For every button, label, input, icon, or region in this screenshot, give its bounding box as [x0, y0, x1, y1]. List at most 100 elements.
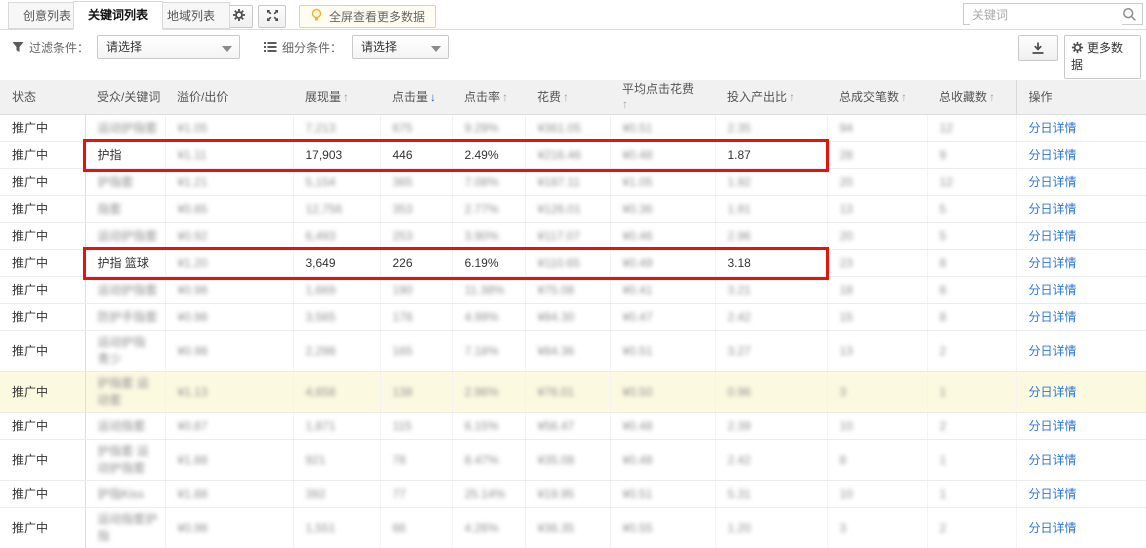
impressions-value: 1,669 [306, 283, 336, 297]
avg-click-cost-cell: ¥0.36 [610, 196, 715, 223]
column-header-ctr[interactable]: 点击率↑ [452, 80, 525, 115]
column-header-favorites[interactable]: 总收藏数↑ [927, 80, 1016, 115]
ctr-cell: 2.49% [452, 142, 525, 169]
roi-cell: 1.91 [715, 196, 827, 223]
clicks-value: 365 [393, 175, 413, 189]
favorites-value: 12 [940, 175, 953, 189]
cost-value: ¥76.01 [538, 385, 575, 399]
impressions-value: 3,565 [306, 310, 336, 324]
search-icon[interactable] [1122, 7, 1137, 22]
favorites-value: 8 [940, 310, 947, 324]
more-data-button[interactable]: 更多数据 [1064, 35, 1141, 79]
fullscreen-more-data-button[interactable]: 全屏查看更多数据 [299, 5, 436, 28]
cost-cell: ¥110.65 [525, 250, 610, 277]
status-cell: 推广中 [0, 331, 85, 372]
sort-asc-icon[interactable]: ↑ [343, 90, 349, 104]
bid-cell: ¥0.85 [165, 196, 293, 223]
column-header-clicks[interactable]: 点击量↓ [380, 80, 452, 115]
impressions-cell: 1,669 [293, 277, 380, 304]
sort-asc-icon[interactable]: ↑ [789, 90, 795, 104]
daily-detail-link[interactable]: 分日详情 [1029, 256, 1077, 270]
impressions-cell: 17,903 [293, 142, 380, 169]
sort-desc-icon[interactable]: ↓ [430, 90, 436, 104]
daily-detail-link[interactable]: 分日详情 [1029, 521, 1077, 535]
keyword-value: 运动指套护指 [98, 512, 158, 543]
daily-detail-link[interactable]: 分日详情 [1029, 453, 1077, 467]
sort-asc-icon[interactable]: ↑ [901, 90, 907, 104]
keyword-value: 运动护指套 [98, 121, 158, 135]
clicks-value: 253 [393, 229, 413, 243]
ctr-cell: 11.38% [452, 277, 525, 304]
ctr-value: 2.49% [465, 148, 499, 162]
daily-detail-link[interactable]: 分日详情 [1029, 283, 1077, 297]
cost-value: ¥187.11 [538, 175, 581, 189]
download-icon [1031, 41, 1045, 55]
column-header-orders[interactable]: 总成交笔数↑ [827, 80, 927, 115]
roi-value: 3.21 [728, 283, 751, 297]
avg-click-cost-value: ¥1.05 [623, 175, 653, 189]
impressions-value: 1,871 [306, 419, 336, 433]
orders-value: 18 [840, 283, 853, 297]
status-cell: 推广中 [0, 196, 85, 223]
filter-bar: 过滤条件： 请选择 细分条件： 请选择 [0, 30, 449, 64]
daily-detail-link[interactable]: 分日详情 [1029, 419, 1077, 433]
column-header-avg-click-cost[interactable]: 平均点击花费↑ [610, 80, 715, 115]
impressions-value: 1,551 [306, 521, 336, 535]
avg-click-cost-cell: ¥0.51 [610, 331, 715, 372]
daily-detail-link[interactable]: 分日详情 [1029, 385, 1077, 399]
action-cell: 分日详情 [1016, 508, 1146, 548]
column-header-roi[interactable]: 投入产出比↑ [715, 80, 827, 115]
sort-asc-icon[interactable]: ↑ [563, 90, 569, 104]
bid-cell: ¥0.98 [165, 304, 293, 331]
favorites-value: 12 [940, 121, 953, 135]
ctr-cell: 2.77% [452, 196, 525, 223]
daily-detail-link[interactable]: 分日详情 [1029, 310, 1077, 324]
status-cell: 推广中 [0, 508, 85, 548]
daily-detail-link[interactable]: 分日详情 [1029, 121, 1077, 135]
roi-value: 0.96 [728, 385, 751, 399]
column-label: 点击率 [464, 90, 500, 104]
orders-cell: 20 [827, 223, 927, 250]
clicks-cell: 165 [380, 331, 452, 372]
expand-button[interactable] [258, 5, 286, 28]
cost-cell: ¥56.47 [525, 413, 610, 440]
column-header-impressions[interactable]: 展现量↑ [293, 80, 380, 115]
ctr-cell: 9.29% [452, 115, 525, 142]
cost-value: ¥84.36 [538, 344, 575, 358]
tab-bar: 创意列表 关键词列表 地域列表 [0, 0, 1146, 30]
daily-detail-link[interactable]: 分日详情 [1029, 175, 1077, 189]
tab-keyword-list[interactable]: 关键词列表 [73, 1, 163, 30]
roi-value: 2.42 [728, 310, 751, 324]
orders-value: 94 [840, 121, 853, 135]
tab-region-list[interactable]: 地域列表 [152, 2, 230, 29]
roi-value: 1.91 [728, 202, 751, 216]
table-row: 推广中护指套 运动套¥1.134,6581382.96%¥76.01¥0.500… [0, 372, 1146, 413]
orders-value: 8 [840, 453, 847, 467]
impressions-value: 921 [306, 453, 326, 467]
cost-value: ¥56.47 [538, 419, 575, 433]
favorites-cell: 9 [927, 142, 1016, 169]
action-cell: 分日详情 [1016, 277, 1146, 304]
cost-cell: ¥76.01 [525, 372, 610, 413]
keyword-table: 状态受众/关键词溢价/出价展现量↑点击量↓点击率↑花费↑平均点击花费↑投入产出比… [0, 80, 1146, 548]
ctr-value: 2.77% [465, 202, 499, 216]
keyword-search-input[interactable] [970, 5, 1122, 25]
daily-detail-link[interactable]: 分日详情 [1029, 344, 1077, 358]
segment-condition-select[interactable]: 请选择 [352, 35, 449, 59]
sort-asc-icon[interactable]: ↑ [989, 90, 995, 104]
daily-detail-link[interactable]: 分日详情 [1029, 202, 1077, 216]
impressions-value: 17,903 [306, 148, 343, 162]
sort-asc-icon[interactable]: ↑ [502, 90, 508, 104]
clicks-cell: 115 [380, 413, 452, 440]
filter-condition-select[interactable]: 请选择 [97, 35, 240, 59]
daily-detail-link[interactable]: 分日详情 [1029, 148, 1077, 162]
sort-asc-icon[interactable]: ↑ [622, 97, 711, 112]
gear-icon [232, 8, 246, 25]
daily-detail-link[interactable]: 分日详情 [1029, 487, 1077, 501]
column-header-cost[interactable]: 花费↑ [525, 80, 610, 115]
cost-cell: ¥36.35 [525, 508, 610, 548]
cost-cell: ¥361.05 [525, 115, 610, 142]
daily-detail-link[interactable]: 分日详情 [1029, 229, 1077, 243]
download-button[interactable] [1018, 35, 1058, 61]
ctr-value: 4.26% [465, 521, 499, 535]
